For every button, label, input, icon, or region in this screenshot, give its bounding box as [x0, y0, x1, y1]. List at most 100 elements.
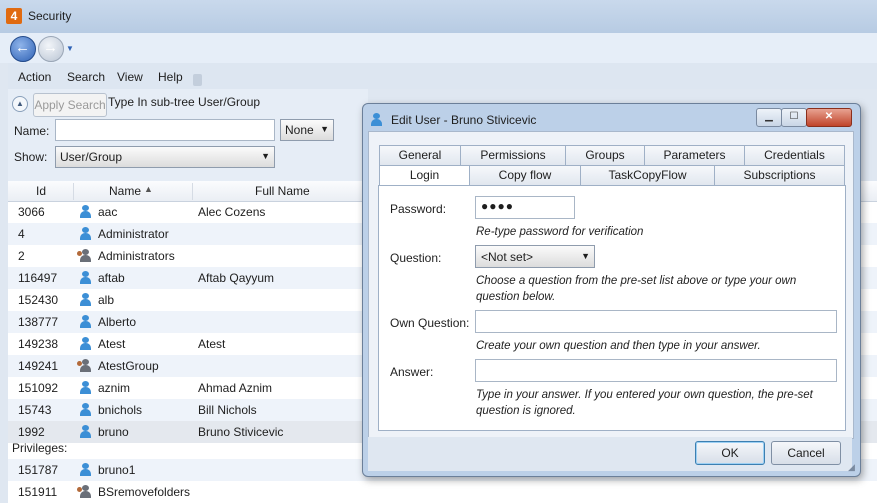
back-button[interactable]: ← [10, 36, 36, 62]
maximize-button[interactable]: ☐ [781, 108, 807, 127]
row-id: 151092 [18, 381, 59, 395]
show-label: Show: [14, 150, 48, 164]
group-icon [77, 485, 91, 498]
row-name: Administrator [98, 227, 169, 241]
name-mode-select[interactable]: None ▼ [280, 119, 334, 141]
row-name: Atest [98, 337, 126, 351]
row-id: 149238 [18, 337, 59, 351]
password-field[interactable]: ●●●● [475, 196, 575, 219]
row-id: 116497 [18, 271, 58, 285]
tab-subscriptions[interactable]: Subscriptions [714, 165, 845, 185]
question-select-value: <Not set> [481, 250, 534, 264]
row-name: Administrators [98, 249, 175, 263]
user-icon [80, 205, 91, 218]
show-select[interactable]: User/Group ▼ [55, 146, 275, 168]
row-full-name: Ahmad Aznim [198, 381, 273, 395]
tab-parameters[interactable]: Parameters [644, 145, 745, 165]
user-icon [80, 337, 91, 350]
row-name: Alberto [98, 315, 137, 329]
row-full-name: Bill Nichols [198, 403, 257, 417]
menu-search[interactable]: Search [67, 70, 105, 84]
column-header-full-name[interactable]: Full Name [255, 184, 310, 198]
user-icon [80, 381, 91, 394]
apply-search-button[interactable]: Apply Search [33, 93, 107, 117]
menu-help[interactable]: Help [158, 70, 183, 84]
row-id: 151911 [18, 485, 58, 499]
window-titlebar [0, 0, 877, 33]
question-hint-cont: question below. [476, 291, 556, 303]
row-id: 3066 [18, 205, 45, 219]
table-row[interactable]: 151911 BSremovefolders [8, 481, 877, 503]
row-full-name: Bruno Stivicevic [198, 425, 284, 439]
collapse-chevron-up-icon[interactable]: ▲ [12, 96, 28, 112]
forward-arrow-icon: → [43, 39, 58, 56]
own-question-field[interactable] [475, 310, 837, 333]
forward-button[interactable]: → [38, 36, 64, 62]
subtree-label: Type In sub-tree User/Group [108, 95, 261, 109]
row-name: BSremovefolders [98, 485, 191, 499]
row-id: 1992 [18, 425, 45, 439]
user-icon [80, 293, 91, 306]
password-label: Password: [390, 202, 447, 216]
row-id: 2 [18, 249, 25, 263]
show-select-value: User/Group [60, 150, 123, 164]
answer-hint: Type in your answer. If you entered your… [476, 389, 813, 401]
row-full-name: Aftab Qayyum [198, 271, 275, 285]
dialog-title: Edit User - Bruno Stivicevic [391, 113, 537, 127]
user-icon [80, 271, 91, 284]
tab-general[interactable]: General [379, 145, 461, 165]
column-divider[interactable] [73, 183, 74, 200]
ok-button[interactable]: OK [695, 441, 765, 465]
column-header-name[interactable]: Name [109, 184, 141, 198]
column-divider[interactable] [192, 183, 193, 200]
tab-taskcopyflow[interactable]: TaskCopyFlow [580, 165, 715, 185]
own-question-hint: Create your own question and then type i… [476, 340, 761, 352]
sort-ascending-icon: ▲ [144, 184, 153, 194]
row-name: bruno1 [98, 463, 136, 477]
user-icon [80, 227, 91, 240]
navigation-bar [0, 33, 877, 63]
row-name: bruno [98, 425, 129, 439]
question-select[interactable]: <Not set> ▼ [475, 245, 595, 268]
tab-login[interactable]: Login [379, 165, 470, 186]
user-icon [80, 403, 91, 416]
history-dropdown-icon[interactable]: ▼ [66, 44, 74, 53]
row-id: 152430 [18, 293, 59, 307]
menu-grip-icon [193, 74, 202, 86]
row-name: bnichols [98, 403, 143, 417]
row-id: 15743 [18, 403, 52, 417]
row-name: alb [98, 293, 115, 307]
tab-credentials[interactable]: Credentials [744, 145, 845, 165]
group-icon [77, 249, 91, 262]
user-icon [80, 315, 91, 328]
tab-permissions[interactable]: Permissions [460, 145, 566, 165]
name-label: Name: [14, 124, 50, 138]
menu-action[interactable]: Action [18, 70, 51, 84]
password-value: ●●●● [481, 199, 514, 213]
tab-copy-flow[interactable]: Copy flow [469, 165, 581, 185]
row-name: aznim [98, 381, 131, 395]
tab-groups[interactable]: Groups [565, 145, 645, 165]
menu-view[interactable]: View [117, 70, 143, 84]
user-icon [371, 113, 382, 126]
user-icon [80, 463, 91, 476]
row-name: aftab [98, 271, 125, 285]
minimize-button[interactable]: ▁ [756, 108, 782, 127]
chevron-down-icon: ▼ [320, 124, 329, 134]
column-header-id[interactable]: Id [36, 184, 46, 198]
question-label: Question: [390, 251, 442, 265]
row-id: 138777 [18, 315, 59, 329]
user-icon [80, 425, 91, 438]
back-arrow-icon: ← [15, 39, 30, 56]
app-icon: 4 [6, 8, 22, 24]
close-button[interactable]: ✕ [806, 108, 852, 127]
cancel-button[interactable]: Cancel [771, 441, 841, 465]
answer-field[interactable] [475, 359, 837, 382]
resize-grip-icon[interactable]: ◢ [848, 462, 855, 473]
row-full-name: Atest [198, 337, 226, 351]
row-name: AtestGroup [98, 359, 159, 373]
row-id: 4 [18, 227, 25, 241]
answer-hint-cont: question is ignored. [476, 405, 576, 417]
name-search-input[interactable] [55, 119, 275, 141]
chevron-down-icon: ▼ [581, 251, 590, 261]
